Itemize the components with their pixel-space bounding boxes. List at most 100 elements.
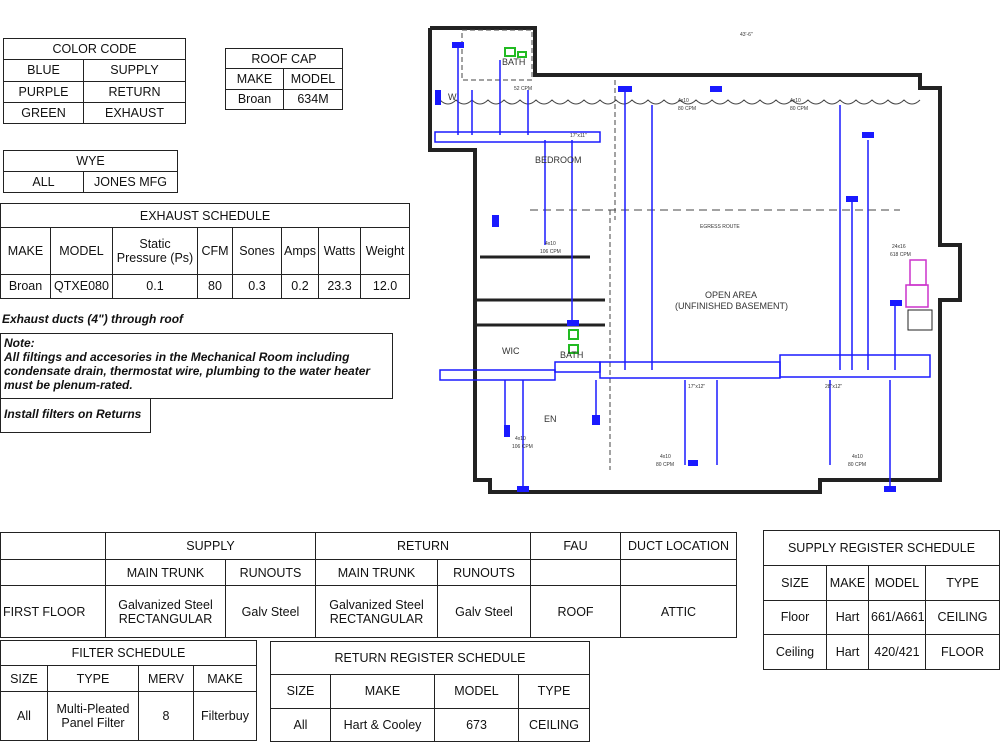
furnace-unit xyxy=(907,309,933,331)
table-cell: Sones xyxy=(232,227,282,275)
table-row: MAKE MODEL xyxy=(225,68,344,90)
table-cell: Hart xyxy=(826,599,869,636)
table-cell: MODEL xyxy=(282,68,344,90)
table-cell: QTXE080 xyxy=(50,273,113,300)
table-row: GREEN EXHAUST xyxy=(3,101,187,125)
table-cell: FILTER SCHEDULE xyxy=(0,639,257,667)
reg-size: 4x10 xyxy=(545,241,556,247)
table-row: PURPLE RETURN xyxy=(3,80,187,103)
table-cell: All xyxy=(270,707,331,743)
table-cell xyxy=(0,558,106,587)
table-cell: Galvanized Steel RECTANGULAR xyxy=(105,585,226,638)
table-header-row: COLOR CODE xyxy=(2,37,187,61)
egress-route: EGRESS ROUTE xyxy=(700,224,740,230)
reg-size: 4x10 xyxy=(660,454,671,460)
table-cell: 661/A661 xyxy=(868,599,926,636)
table-cell: FAU xyxy=(530,532,621,560)
table-cell: ALL xyxy=(3,171,84,193)
table-cell: 80 xyxy=(197,273,233,300)
walls xyxy=(428,26,962,494)
table-cell: RETURN REGISTER SCHEDULE xyxy=(270,640,590,676)
table-cell: CEILING xyxy=(518,707,590,743)
table-header-row: SUPPLY RETURN FAU DUCT LOCATION xyxy=(0,532,737,560)
exhaust-schedule-table: EXHAUST SCHEDULE MAKE MODEL Static Pressure… xyxy=(0,202,411,300)
reg-cfm: 80 CPM xyxy=(678,106,696,112)
table-cell: RETURN xyxy=(315,532,531,560)
table-cell: RETURN xyxy=(82,80,187,103)
table-cell: MAIN TRUNK xyxy=(105,558,226,587)
room-label-unfinished: (UNFINISHED BASEMENT) xyxy=(675,301,788,311)
table-row: Broan 634M xyxy=(225,88,344,111)
table-cell: SIZE xyxy=(0,665,48,692)
table-cell: FLOOR xyxy=(924,634,1000,670)
table-row: ALL JONES MFG xyxy=(3,171,179,193)
table-cell: MAKE xyxy=(193,665,257,692)
table-cell: Galv Steel xyxy=(437,585,531,638)
table-header-row: EXHAUST SCHEDULE xyxy=(0,202,411,229)
table-row: Broan QTXE080 0.1 80 0.3 0.2 23.3 12.0 xyxy=(0,273,411,300)
table-cell: SUPPLY xyxy=(82,59,187,82)
color-code-table: COLOR CODE BLUE SUPPLY PURPLE RETURN GREEN EXH… xyxy=(2,37,187,125)
table-cell: TYPE xyxy=(47,665,139,692)
dim-overall: 43'-6" xyxy=(740,32,753,38)
table-cell: Floor xyxy=(763,599,827,636)
table-cell: SUPPLY xyxy=(105,532,316,560)
table-row: BLUE SUPPLY xyxy=(3,59,187,82)
table-cell: PURPLE xyxy=(3,80,84,103)
exhaust-ducts-note: Exhaust ducts (4") through roof xyxy=(2,312,184,326)
table-cell: 12.0 xyxy=(359,273,411,300)
reg-size: 4x10 xyxy=(678,98,689,104)
reg-size: 4x10 xyxy=(790,98,801,104)
table-row: MAIN TRUNK RUNOUTS MAIN TRUNK RUNOUTS xyxy=(0,558,737,587)
room-label-bath-bottom: BATH xyxy=(560,350,583,360)
reg-cfm: 80 CPM xyxy=(790,106,808,112)
table-cell: Galvanized Steel RECTANGULAR xyxy=(315,585,438,638)
table-cell: ROOF CAP xyxy=(224,47,344,70)
room-label-bedroom: BEDROOM xyxy=(535,155,582,165)
table-cell: ATTIC xyxy=(620,585,737,638)
table-header-row: RETURN REGISTER SCHEDULE xyxy=(270,640,590,676)
table-cell: MODEL xyxy=(868,564,926,601)
table-cell: 8 xyxy=(138,690,194,742)
table-cell: 673 xyxy=(434,707,519,743)
table-row: All Multi-Pleated Panel Filter 8 Filterbuy xyxy=(0,690,257,742)
table-cell: MERV xyxy=(138,665,194,692)
table-cell: Hart xyxy=(826,634,869,670)
table-header-row: FILTER SCHEDULE xyxy=(0,639,257,667)
table-row: Floor Hart 661/A661 CEILING xyxy=(763,599,1000,636)
table-cell: SIZE xyxy=(763,564,827,601)
table-cell: Galv Steel xyxy=(225,585,316,638)
table-cell: 23.3 xyxy=(318,273,361,300)
plenum-note: Note: All filtings and accesories in the… xyxy=(0,333,393,399)
table-cell: JONES MFG xyxy=(82,171,179,193)
room-label-w: W xyxy=(448,92,457,102)
return-plenum xyxy=(905,259,929,308)
bath-cfm: 52 CPM xyxy=(514,86,532,92)
table-cell: MODEL xyxy=(50,227,113,275)
table-cell: 420/421 xyxy=(868,634,926,670)
reg-cfm: 106 CPM xyxy=(540,249,561,255)
room-label-wic: WIC xyxy=(502,346,520,356)
table-cell: Watts xyxy=(318,227,361,275)
table-row: FIRST FLOOR Galvanized Steel RECTANGULAR G… xyxy=(0,585,737,638)
table-cell: Broan xyxy=(0,273,51,300)
table-row: SIZE MAKE MODEL TYPE xyxy=(270,674,590,709)
install-filters-text: Install filters on Returns xyxy=(4,407,142,421)
table-cell: MAKE xyxy=(225,68,284,90)
table-cell: FIRST FLOOR xyxy=(0,585,106,638)
table-cell: 634M xyxy=(282,88,344,111)
table-cell: Filterbuy xyxy=(193,690,257,742)
note-body: All filtings and accesories in the Mecha… xyxy=(4,350,371,392)
roof-cap-table: ROOF CAP MAKE MODEL Broan 634M xyxy=(224,47,344,111)
table-cell: Static Pressure (Ps) xyxy=(112,227,198,275)
wye-table: WYE ALL JONES MFG xyxy=(2,150,179,193)
table-row: Ceiling Hart 420/421 FLOOR xyxy=(763,634,1000,670)
table-cell: Multi-Pleated Panel Filter xyxy=(47,690,139,742)
table-cell: EXHAUST xyxy=(82,101,187,125)
dim-trunk1: 17"x11" xyxy=(570,133,587,139)
table-cell: 0.1 xyxy=(112,273,198,300)
table-cell: TYPE xyxy=(924,564,1000,601)
table-row: MAKE MODEL Static Pressure (Ps) CFM Sones Amp… xyxy=(0,227,411,275)
table-cell: DUCT LOCATION xyxy=(620,532,737,560)
hvac-plan-sheet: COLOR CODE BLUE SUPPLY PURPLE RETURN GREEN EXH… xyxy=(0,0,1000,749)
